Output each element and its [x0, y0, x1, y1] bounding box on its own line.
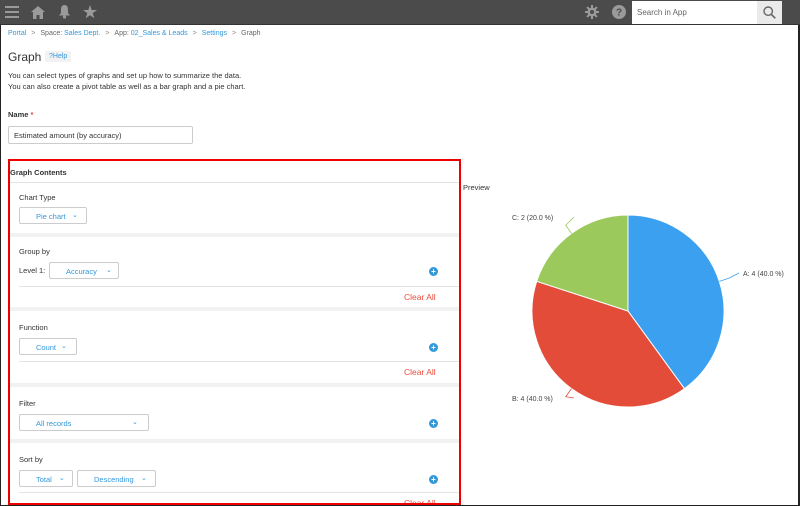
breadcrumb-portal[interactable]: Portal [8, 30, 26, 37]
name-label: Name * [8, 110, 34, 119]
divider [19, 361, 459, 362]
function-value: Count [36, 343, 57, 352]
breadcrumb-space-prefix: Space: [40, 30, 65, 37]
function-dropdown[interactable]: Count ⌄ [19, 338, 77, 355]
breadcrumb-settings[interactable]: Settings [202, 30, 227, 37]
gear-icon[interactable] [584, 4, 600, 20]
sort-by-clear-all[interactable]: Clear All [404, 498, 436, 503]
add-filter-icon[interactable]: + [429, 419, 438, 428]
breadcrumb-app-prefix: App: [114, 30, 131, 37]
group-by-dropdown[interactable]: Accuracy ⌄ [49, 262, 119, 279]
chevron-down-icon: ⌄ [61, 343, 67, 350]
graph-contents-panel: Graph Contents Chart Type Pie chart ⌄ Gr… [8, 159, 461, 505]
bell-icon[interactable] [56, 4, 72, 20]
page-title: Graph [8, 50, 42, 64]
divider [10, 182, 459, 183]
chevron-down-icon: ⌄ [72, 212, 78, 219]
group-by-label: Group by [19, 247, 50, 256]
home-icon[interactable] [30, 4, 46, 20]
divider [19, 492, 459, 493]
chevron-down-icon: ⌄ [106, 267, 112, 274]
chevron-down-icon: ⌄ [59, 475, 65, 482]
function-clear-all[interactable]: Clear All [404, 367, 436, 377]
chevron-down-icon: ⌄ [141, 475, 147, 482]
filter-label: Filter [19, 399, 36, 408]
graph-contents-title: Graph Contents [10, 168, 67, 177]
add-sort-icon[interactable]: + [429, 475, 438, 484]
section-gap [10, 439, 459, 443]
top-bar: ? Search in App [0, 0, 800, 25]
sort-order-value: Descending [94, 475, 134, 484]
description-line: You can select types of graphs and set u… [8, 71, 242, 80]
pie-data-label: B: 4 (40.0 %) [512, 396, 553, 403]
page-description: You can select types of graphs and set u… [8, 70, 245, 92]
add-group-by-icon[interactable]: + [429, 267, 438, 276]
menu-icon[interactable] [4, 4, 20, 20]
breadcrumb-separator: > [31, 30, 36, 37]
filter-dropdown[interactable]: All records ⌄ [19, 414, 149, 431]
section-gap [10, 233, 459, 237]
breadcrumb: Portal > Space: Sales Dept. > App: 02_Sales … [8, 30, 261, 37]
function-label: Function [19, 323, 48, 332]
search-button[interactable] [757, 1, 782, 24]
breadcrumb-app[interactable]: 02_Sales & Leads [131, 30, 188, 37]
star-icon[interactable] [82, 4, 98, 20]
section-gap [10, 383, 459, 387]
add-function-icon[interactable]: + [429, 343, 438, 352]
chart-type-label: Chart Type [19, 193, 56, 202]
description-line: You can also create a pivot table as wel… [8, 82, 246, 91]
breadcrumb-separator: > [105, 30, 110, 37]
chart-type-dropdown[interactable]: Pie chart ⌄ [19, 207, 87, 224]
svg-text:?: ? [616, 8, 622, 19]
chevron-down-icon: ⌄ [132, 419, 138, 426]
pie-chart: A: 4 (40.0 %) B: 4 (40.0 %) C: 2 (20.0 %) [512, 214, 784, 408]
search-icon [763, 6, 776, 19]
group-by-value: Accuracy [66, 267, 97, 276]
sort-order-dropdown[interactable]: Descending ⌄ [77, 470, 156, 487]
group-by-clear-all[interactable]: Clear All [404, 292, 436, 302]
breadcrumb-space[interactable]: Sales Dept. [64, 30, 100, 37]
pie-leader-line [565, 216, 575, 234]
filter-value: All records [36, 419, 72, 428]
help-link[interactable]: ?Help [45, 51, 72, 62]
chart-type-value: Pie chart [36, 212, 66, 221]
sort-by-label: Sort by [19, 455, 43, 464]
pie-leader-line [719, 272, 740, 282]
breadcrumb-separator: > [192, 30, 197, 37]
required-mark: * [30, 110, 34, 119]
sort-field-value: Total [36, 475, 52, 484]
help-icon[interactable]: ? [611, 4, 627, 20]
breadcrumb-current: Graph [241, 30, 261, 37]
divider [19, 286, 459, 287]
section-gap [10, 307, 459, 311]
breadcrumb-separator: > [232, 30, 237, 37]
name-input[interactable] [8, 126, 193, 144]
sort-field-dropdown[interactable]: Total ⌄ [19, 470, 73, 487]
pie-data-label: C: 2 (20.0 %) [512, 215, 553, 222]
search-input[interactable]: Search in App [632, 1, 757, 24]
pie-data-label: A: 4 (40.0 %) [743, 271, 784, 278]
level-1-label: Level 1: [19, 266, 46, 275]
